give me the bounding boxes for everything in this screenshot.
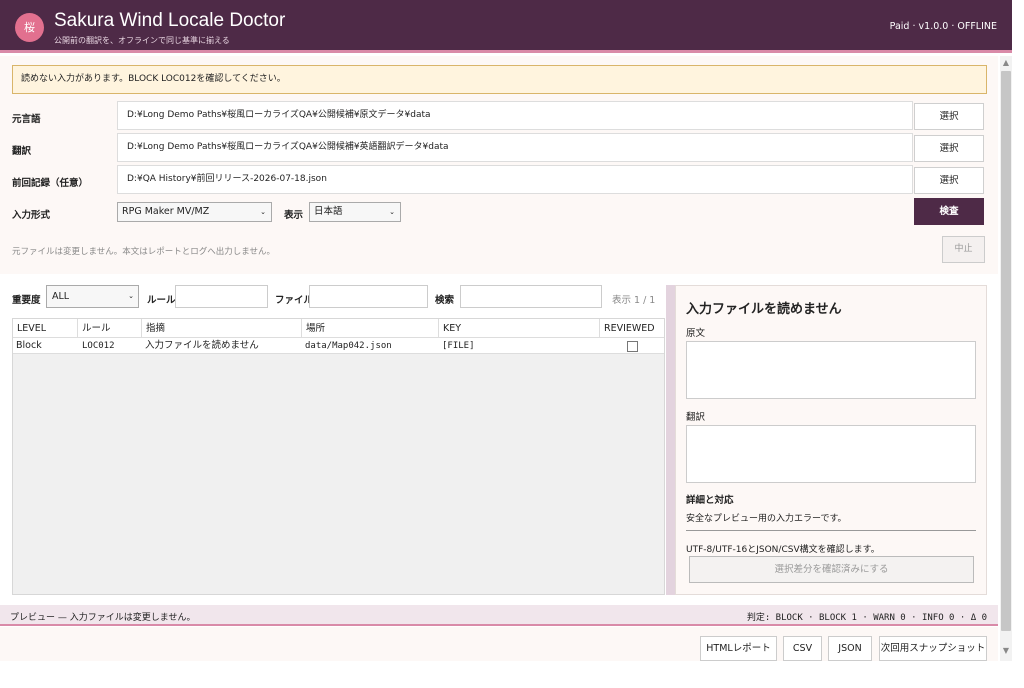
severity-label: 重要度 bbox=[12, 295, 41, 306]
previous-record-label: 前回記録（任意） bbox=[12, 178, 89, 189]
input-format-label: 入力形式 bbox=[12, 210, 51, 221]
row-issue: 入力ファイルを読めません bbox=[145, 340, 259, 351]
scroll-down-icon[interactable]: ▼ bbox=[1000, 646, 1012, 656]
app-logo: 桜 bbox=[15, 13, 44, 42]
warning-banner: 読めない入力があります。BLOCK LOC012を確認してください。 bbox=[12, 65, 987, 94]
details-heading: 詳細と対応 bbox=[686, 495, 734, 506]
chevron-down-icon: ⌄ bbox=[128, 292, 134, 300]
csv-export-button[interactable]: CSV bbox=[783, 636, 822, 661]
app-subtitle: 公開前の翻訳を、オフラインで同じ基準に揃える bbox=[54, 36, 230, 45]
chevron-down-icon: ⌄ bbox=[389, 208, 395, 216]
severity-value: ALL bbox=[52, 291, 70, 302]
rule-filter-input[interactable] bbox=[175, 285, 268, 308]
details-text: 安全なプレビュー用の入力エラーです。 bbox=[686, 514, 847, 524]
original-text-label: 原文 bbox=[686, 328, 706, 339]
result-count: 表示 1 / 1 bbox=[612, 295, 656, 306]
input-format-value: RPG Maker MV/MZ bbox=[122, 206, 210, 217]
display-label: 表示 bbox=[284, 210, 304, 221]
row-rule: LOC012 bbox=[82, 341, 115, 351]
rule-filter-label: ルール bbox=[147, 295, 176, 306]
json-export-button[interactable]: JSON bbox=[828, 636, 872, 661]
scan-button[interactable]: 検査 bbox=[914, 198, 984, 225]
source-path-field[interactable]: D:¥Long Demo Paths¥桜風ローカライズQA¥公開候補¥原文データ… bbox=[117, 101, 913, 130]
html-report-button[interactable]: HTMLレポート bbox=[700, 636, 777, 661]
status-bar: プレビュー — 入力ファイルは変更しません。 判定: BLOCK · BLOCK… bbox=[0, 605, 998, 626]
file-filter-input[interactable] bbox=[309, 285, 428, 308]
translation-label: 翻訳 bbox=[12, 146, 32, 157]
table-row[interactable]: Block LOC012 入力ファイルを読めません data/Map042.js… bbox=[13, 338, 664, 354]
source-label: 元言語 bbox=[12, 114, 41, 125]
row-key: [FILE] bbox=[442, 341, 475, 351]
source-pick-button[interactable]: 選択 bbox=[914, 103, 984, 130]
input-settings-panel: 読めない入力があります。BLOCK LOC012を確認してください。 元言語 D… bbox=[0, 56, 998, 274]
app-header: 桜 Sakura Wind Locale Doctor 公開前の翻訳を、オフライ… bbox=[0, 0, 1012, 53]
row-location: data/Map042.json bbox=[305, 341, 392, 351]
detail-title: 入力ファイルを読めません bbox=[686, 302, 842, 317]
table-header: LEVEL ルール 指摘 場所 KEY REVIEWED bbox=[13, 319, 664, 338]
translation-path-field[interactable]: D:¥Long Demo Paths¥桜風ローカライズQA¥公開候補¥英語翻訳デ… bbox=[117, 133, 913, 162]
app-title: Sakura Wind Locale Doctor bbox=[54, 10, 286, 31]
column-header-level[interactable]: LEVEL bbox=[13, 319, 78, 338]
chevron-down-icon: ⌄ bbox=[260, 208, 266, 216]
display-language-value: 日本語 bbox=[314, 206, 343, 217]
translation-pick-button[interactable]: 選択 bbox=[914, 135, 984, 162]
status-message: プレビュー — 入力ファイルは変更しません。 bbox=[10, 613, 196, 623]
divider bbox=[686, 530, 976, 531]
scroll-up-icon[interactable]: ▲ bbox=[1000, 58, 1012, 68]
translation-text-box[interactable] bbox=[686, 425, 976, 483]
search-input[interactable] bbox=[460, 285, 602, 308]
stop-button[interactable]: 中止 bbox=[942, 236, 985, 263]
column-header-reviewed[interactable]: REVIEWED bbox=[600, 319, 664, 338]
export-bar: HTMLレポート CSV JSON 次回用スナップショット bbox=[0, 627, 998, 661]
column-header-issue[interactable]: 指摘 bbox=[142, 319, 302, 338]
column-header-rule[interactable]: ルール bbox=[78, 319, 142, 338]
verdict-summary: 判定: BLOCK · BLOCK 1 · WARN 0 · INFO 0 · … bbox=[746, 613, 987, 623]
column-header-key[interactable]: KEY bbox=[439, 319, 600, 338]
reviewed-checkbox[interactable] bbox=[627, 341, 638, 352]
severity-select[interactable]: ALL ⌄ bbox=[46, 285, 139, 308]
scrollbar-thumb[interactable] bbox=[1001, 71, 1011, 631]
vertical-scrollbar[interactable]: ▲ ▼ bbox=[1000, 56, 1012, 661]
file-filter-label: ファイル bbox=[275, 295, 314, 306]
search-label: 検索 bbox=[435, 295, 455, 306]
previous-record-path-field[interactable]: D:¥QA History¥前回リリース-2026-07-18.json bbox=[117, 165, 913, 194]
original-text-box[interactable] bbox=[686, 341, 976, 399]
panel-splitter[interactable] bbox=[666, 285, 675, 595]
findings-table: LEVEL ルール 指摘 場所 KEY REVIEWED Block LOC01… bbox=[12, 318, 665, 595]
detail-panel: 入力ファイルを読めません 原文 翻訳 詳細と対応 安全なプレビュー用の入力エラー… bbox=[675, 285, 987, 595]
translation-text-label: 翻訳 bbox=[686, 412, 706, 423]
license-status: Paid · v1.0.0 · OFFLINE bbox=[889, 21, 997, 32]
safety-note: 元ファイルは変更しません。本文はレポートとログへ出力しません。 bbox=[12, 247, 275, 257]
snapshot-button[interactable]: 次回用スナップショット bbox=[879, 636, 987, 661]
mark-reviewed-button[interactable]: 選択差分を確認済みにする bbox=[689, 556, 974, 583]
advice-text: UTF-8/UTF-16とJSON/CSV構文を確認します。 bbox=[686, 545, 880, 555]
row-level: Block bbox=[16, 340, 42, 351]
display-language-select[interactable]: 日本語 ⌄ bbox=[309, 202, 401, 222]
column-header-location[interactable]: 場所 bbox=[302, 319, 439, 338]
input-format-select[interactable]: RPG Maker MV/MZ ⌄ bbox=[117, 202, 272, 222]
previous-record-pick-button[interactable]: 選択 bbox=[914, 167, 984, 194]
